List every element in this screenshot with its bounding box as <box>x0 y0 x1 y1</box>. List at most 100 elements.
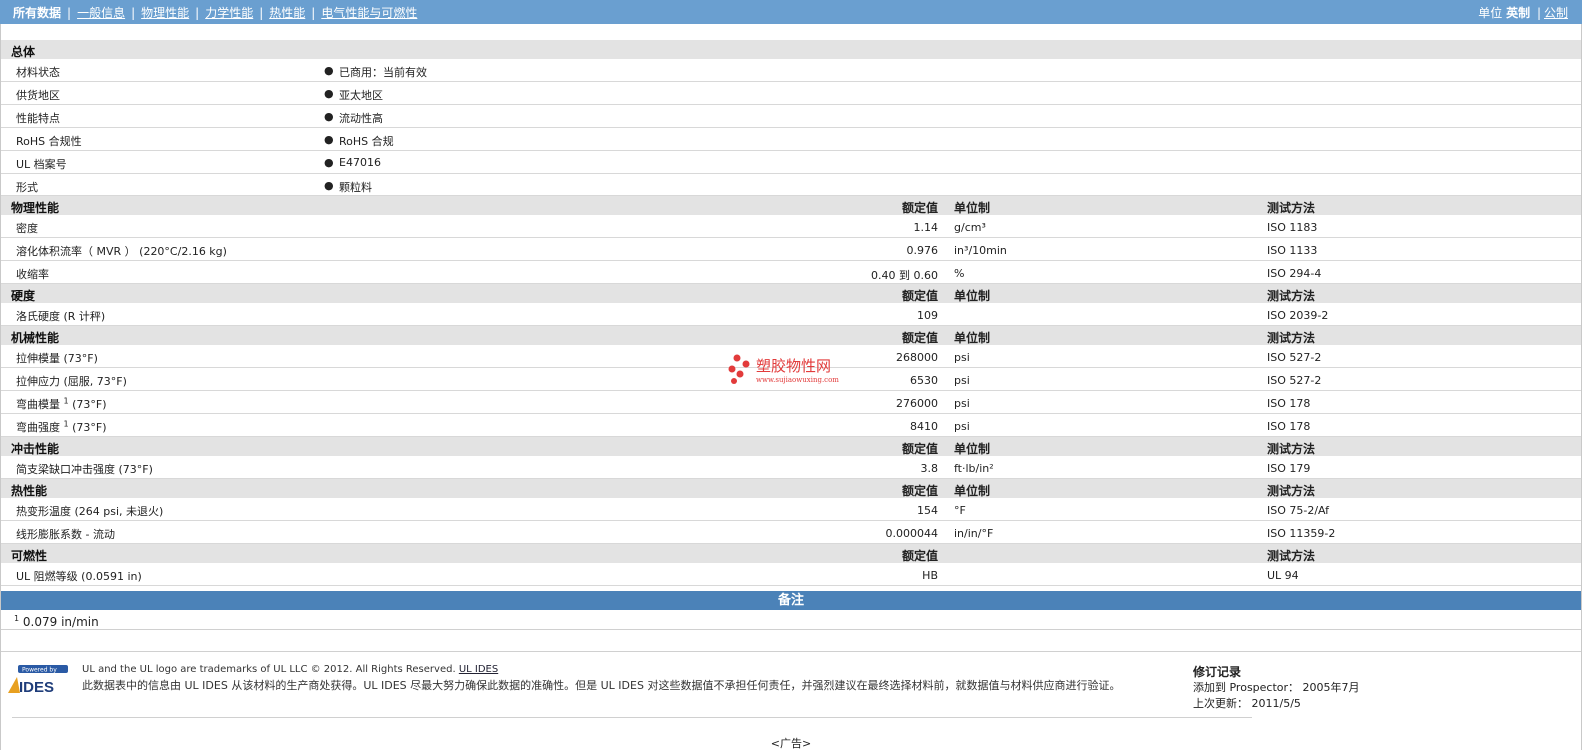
header-method: 测试方法 <box>1267 484 1316 498</box>
watermark: 塑胶物性网 www.sujiaowuxing.com <box>728 352 868 394</box>
row-label: 拉伸模量 (73°F) <box>16 352 98 365</box>
bullet-icon: ● <box>324 156 334 169</box>
top-nav-bar: 所有数据 | 一般信息 | 物理性能 | 力学性能 | 热性能 | 电气性能与可燃性 单位 英制 |… <box>0 0 1582 24</box>
row-value: HB <box>922 569 938 582</box>
section-thermal: 热性能 额定值 单位制 测试方法 <box>1 479 1581 498</box>
nav-physical[interactable]: 物理性能 <box>141 6 189 20</box>
svg-text:IDES: IDES <box>19 679 54 695</box>
row-label: 性能特点 <box>16 112 60 125</box>
row-method: ISO 2039-2 <box>1267 309 1329 322</box>
header-method: 测试方法 <box>1267 549 1316 563</box>
row-unit: in/in/°F <box>954 527 994 540</box>
ad-placeholder[interactable]: <广告> <box>0 735 1582 751</box>
row-unit: °F <box>954 504 966 517</box>
row-value: 0.000044 <box>885 527 939 540</box>
revision-title: 修订记录 <box>1193 665 1242 679</box>
header-nominal: 额定值 <box>901 484 938 498</box>
header-nominal: 额定值 <box>901 549 938 563</box>
watermark-title: 塑胶物性网 <box>756 357 832 375</box>
nav-all-data[interactable]: 所有数据 <box>13 6 61 20</box>
ides-logo-icon: Powered by IDES <box>8 665 68 696</box>
row-value: 亚太地区 <box>339 89 383 102</box>
table-row: 线形膨胀系数 - 流动 0.000044 in/in/°F ISO 11359-2 <box>1 521 1581 544</box>
bullet-icon: ● <box>324 64 334 77</box>
row-value: 276000 <box>896 397 938 410</box>
datasheet-table: 总体 材料状态 ● 已商用：当前有效 供货地区 ● 亚太地区 性能特点 ● 流动性高 RoH… <box>1 40 1581 586</box>
section-title: 总体 <box>11 45 36 59</box>
row-label: 热变形温度 (264 psi, 未退火) <box>16 505 164 518</box>
row-method: ISO 1133 <box>1267 244 1318 257</box>
section-mechanical: 机械性能 额定值 单位制 测试方法 <box>1 326 1581 345</box>
header-unit: 单位制 <box>954 289 991 303</box>
row-method: ISO 527-2 <box>1267 374 1322 387</box>
divider <box>12 717 1252 718</box>
row-value: 268000 <box>896 351 938 364</box>
header-unit: 单位制 <box>954 331 991 345</box>
row-value: 6530 <box>910 374 938 387</box>
row-label: UL 阻燃等级 (0.0591 in) <box>16 570 142 583</box>
row-method: ISO 178 <box>1267 397 1311 410</box>
table-row: 供货地区 ● 亚太地区 <box>1 82 1581 105</box>
row-value: 3.8 <box>920 462 939 475</box>
header-method: 测试方法 <box>1267 289 1316 303</box>
row-value: 154 <box>917 504 938 517</box>
notes-header: 备注 <box>1 591 1581 610</box>
svg-text:Powered by: Powered by <box>22 667 57 674</box>
row-method: ISO 294-4 <box>1267 267 1322 280</box>
row-method: ISO 11359-2 <box>1267 527 1336 540</box>
ul-ides-link[interactable]: UL IDES <box>459 664 498 675</box>
row-value: RoHS 合规 <box>339 135 394 148</box>
row-method: ISO 179 <box>1267 462 1311 475</box>
nav-thermal[interactable]: 热性能 <box>269 6 305 20</box>
header-method: 测试方法 <box>1267 331 1316 345</box>
nav-general-info[interactable]: 一般信息 <box>77 6 125 20</box>
revision-added: 添加到 Prospector： 2005年7月 <box>1193 681 1360 694</box>
row-value: 109 <box>917 309 938 322</box>
table-row: 性能特点 ● 流动性高 <box>1 105 1581 128</box>
row-label: RoHS 合规性 <box>16 135 82 148</box>
table-row: UL 阻燃等级 (0.0591 in) HB UL 94 <box>1 563 1581 586</box>
header-nominal: 额定值 <box>901 201 938 215</box>
row-label: 弯曲强度 1 (73°F) <box>16 419 107 434</box>
legal-line-1: UL and the UL logo are trademarks of UL … <box>82 664 499 675</box>
revision-history: 修订记录 添加到 Prospector： 2005年7月 上次更新： 2011/… <box>1193 664 1360 712</box>
header-method: 测试方法 <box>1267 201 1316 215</box>
row-method: UL 94 <box>1267 569 1299 582</box>
row-value: E47016 <box>339 156 381 169</box>
row-label: UL 档案号 <box>16 158 67 171</box>
watermark-url: www.sujiaowuxing.com <box>756 376 839 384</box>
row-label: 拉伸应力 (屈服, 73°F) <box>16 375 127 388</box>
table-row: 热变形温度 (264 psi, 未退火) 154 °F ISO 75-2/Af <box>1 498 1581 521</box>
section-nav: 所有数据 | 一般信息 | 物理性能 | 力学性能 | 热性能 | 电气性能与可燃性 <box>13 6 418 20</box>
row-value: 流动性高 <box>339 112 383 125</box>
row-label: 形式 <box>16 181 38 194</box>
row-value: 0.40 到 0.60 <box>871 269 938 282</box>
row-method: ISO 178 <box>1267 420 1311 433</box>
header-nominal: 额定值 <box>901 331 938 345</box>
footnote-number: 1 <box>14 614 20 623</box>
table-row: 弯曲模量 1 (73°F) 276000 psi ISO 178 <box>1 391 1581 414</box>
divider <box>1 629 1581 630</box>
nav-mechanical[interactable]: 力学性能 <box>205 6 253 20</box>
row-label: 线形膨胀系数 - 流动 <box>16 528 115 541</box>
table-row: 溶化体积流率（ MVR ） (220°C/2.16 kg) 0.976 in³/10… <box>1 238 1581 261</box>
unit-metric-link[interactable]: 公制 <box>1544 6 1568 20</box>
table-row: 洛氏硬度 (R 计秤) 109 ISO 2039-2 <box>1 303 1581 326</box>
header-method: 测试方法 <box>1267 442 1316 456</box>
row-label: 洛氏硬度 (R 计秤) <box>16 310 106 323</box>
bullet-icon: ● <box>324 179 334 192</box>
watermark-dots-icon <box>728 354 750 384</box>
section-flammability: 可燃性 额定值 测试方法 <box>1 544 1581 563</box>
section-title: 机械性能 <box>11 331 60 345</box>
row-unit: psi <box>954 351 970 364</box>
row-label: 材料状态 <box>16 66 60 79</box>
revision-updated: 上次更新： 2011/5/5 <box>1193 697 1301 710</box>
nav-electrical-flammability[interactable]: 电气性能与可燃性 <box>321 6 417 20</box>
header-unit: 单位制 <box>954 201 991 215</box>
row-unit: % <box>954 267 965 280</box>
table-row: 弯曲强度 1 (73°F) 8410 psi ISO 178 <box>1 414 1581 437</box>
bullet-icon: ● <box>324 87 334 100</box>
row-unit: psi <box>954 374 970 387</box>
section-title: 硬度 <box>11 289 36 303</box>
ides-logo[interactable]: Powered by IDES <box>8 665 70 696</box>
